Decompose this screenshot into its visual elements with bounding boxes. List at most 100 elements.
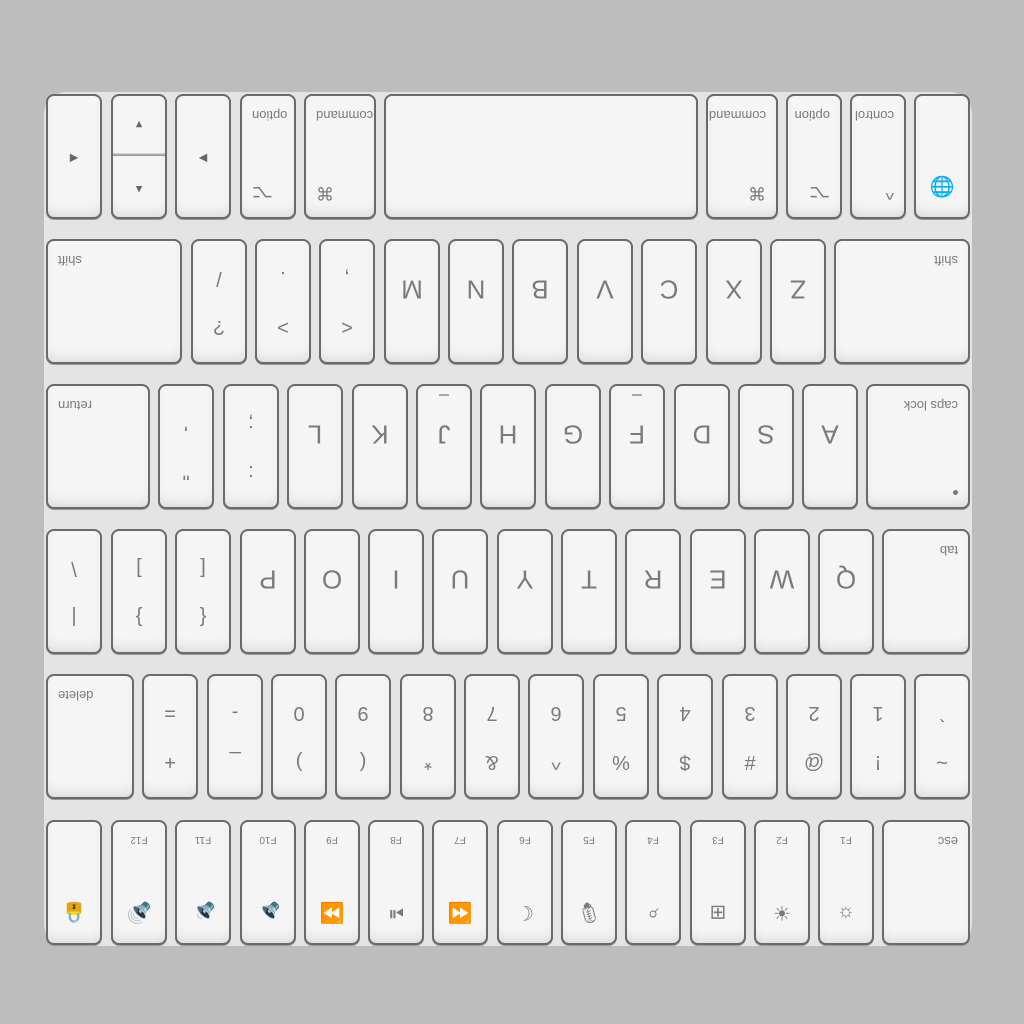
letter-key-w[interactable]: W [754,529,810,654]
number-key[interactable]: ) 0 [271,674,327,799]
shift-label: shift [934,253,958,268]
left-command-key[interactable]: command ⌘ [706,94,778,219]
letter-key-m[interactable]: M [384,239,440,364]
letter-key-k[interactable]: K [352,384,408,509]
key-upper-legend: ~ [936,750,948,773]
touch-id-key[interactable]: 🔒 [46,820,102,945]
punctuation-key[interactable]: >. [255,239,311,364]
function-key-f9[interactable]: F9 ⏩ [304,820,360,945]
function-key-f1[interactable]: F1 ☼ [818,820,874,945]
number-key[interactable]: @2 [786,674,842,799]
letter-key-l[interactable]: L [287,384,343,509]
left-option-key[interactable]: option ⌥ [786,94,842,219]
letter-key-h[interactable]: H [480,384,536,509]
globe-icon: 🌐 [929,175,955,197]
function-key-f7[interactable]: F7 ⏪ [432,820,488,945]
letter-key-e[interactable]: E [690,529,746,654]
option-symbol: ⌥ [252,183,273,203]
arrow-left-key[interactable]: ◀ [46,94,102,219]
caps-lock-key[interactable]: caps lock [866,384,970,509]
punctuation-key[interactable]: | \ [46,529,102,654]
key-letter: M [401,274,423,305]
punctuation-key[interactable]: " ' [158,384,214,509]
control-key[interactable]: control ^ [850,94,906,219]
letter-key-n[interactable]: N [448,239,504,364]
esc-key[interactable]: esc [882,820,970,945]
letter-key-i[interactable]: I [368,529,424,654]
function-key-f11[interactable]: F11 🔉 [175,820,231,945]
function-key-label: F11 [194,834,212,845]
punctuation-key[interactable]: {[ [175,529,231,654]
right-shift-key[interactable]: shift [46,239,182,364]
key-upper-legend: ! [875,750,881,773]
function-key-label: F8 [390,834,402,845]
letter-key-a[interactable]: A [802,384,858,509]
key-upper-legend: < [341,315,353,338]
number-key[interactable]: ! 1 [850,674,906,799]
letter-key-d[interactable]: D [674,384,730,509]
punctuation-key[interactable]: :; [223,384,279,509]
letter-key-v[interactable]: V [577,239,633,364]
brightness-down-icon: ☼ [836,903,856,925]
punctuation-key[interactable]: <, [319,239,375,364]
number-key[interactable]: * 8 [400,674,456,799]
key-letter: W [769,564,795,595]
number-key[interactable]: $4 [657,674,713,799]
right-option-key[interactable]: option ⌥ [240,94,296,219]
number-key[interactable]: #3 [722,674,778,799]
function-key-f5[interactable]: F5 🎙 [561,820,617,945]
key-letter: I [392,564,400,595]
letter-key-s[interactable]: S [738,384,794,509]
delete-key[interactable]: delete [46,674,134,799]
letter-key-q[interactable]: Q [818,529,874,654]
letter-key-g[interactable]: G [545,384,601,509]
number-key[interactable]: _ - [207,674,263,799]
number-key[interactable]: (9 [335,674,391,799]
function-key-f4[interactable]: F4 ⌕ [625,820,681,945]
punctuation-key[interactable]: }] [111,529,167,654]
right-command-key[interactable]: command ⌘ [304,94,376,219]
space-bar[interactable] [384,94,698,219]
arrow-down-icon: ▼ [133,118,145,130]
function-key-label: F2 [776,834,788,845]
key-upper-legend: + [164,750,176,773]
arrow-right-key[interactable]: ▶ [175,94,231,219]
function-key-label: F6 [519,834,531,845]
arrow-up-down-key[interactable]: ▲ ▼ [111,94,167,219]
letter-key-u[interactable]: U [432,529,488,654]
letter-key-c[interactable]: C [641,239,697,364]
function-key-f8[interactable]: F8 ⏯ [368,820,424,945]
function-key-f10[interactable]: F10 🔈 [240,820,296,945]
function-key-f6[interactable]: F6 ☾ [497,820,553,945]
number-key[interactable]: % 5 [593,674,649,799]
function-key-label: F9 [326,834,338,845]
key-lower-legend: / [216,267,222,290]
number-key[interactable]: ~ ` [914,674,970,799]
letter-key-r[interactable]: R [625,529,681,654]
letter-key-j[interactable]: J [416,384,472,509]
letter-key-y[interactable]: Y [497,529,553,654]
letter-key-b[interactable]: B [512,239,568,364]
letter-key-x[interactable]: X [706,239,762,364]
letter-key-o[interactable]: O [304,529,360,654]
number-key[interactable]: + = [142,674,198,799]
return-key[interactable]: return [46,384,150,509]
fn-globe-key[interactable]: 🌐 [914,94,970,219]
function-key-f3[interactable]: F3 ⊞ [690,820,746,945]
lock-icon: 🔒 [61,901,87,923]
letter-key-f[interactable]: F [609,384,665,509]
keyboard: esc F1 ☼ F2 ☀ F3 ⊞ F4 ⌕ F5 🎙 F6 ☾ F7 ⏪ F8 ⏯ F9 ⏩ F10 🔈 F11 🔉 F1… [44,92,972,946]
letter-key-p[interactable]: P [240,529,296,654]
function-key-f12[interactable]: F12 🔊 [111,820,167,945]
number-key[interactable]: ^ 6 [528,674,584,799]
key-letter: O [321,564,343,595]
tab-key[interactable]: tab [882,529,970,654]
key-lower-legend: 2 [808,702,820,725]
punctuation-key[interactable]: ? / [191,239,247,364]
left-shift-key[interactable]: shift [834,239,970,364]
number-key[interactable]: & 7 [464,674,520,799]
letter-key-z[interactable]: Z [770,239,826,364]
key-letter: T [581,564,597,595]
function-key-f2[interactable]: F2 ☀ [754,820,810,945]
letter-key-t[interactable]: T [561,529,617,654]
